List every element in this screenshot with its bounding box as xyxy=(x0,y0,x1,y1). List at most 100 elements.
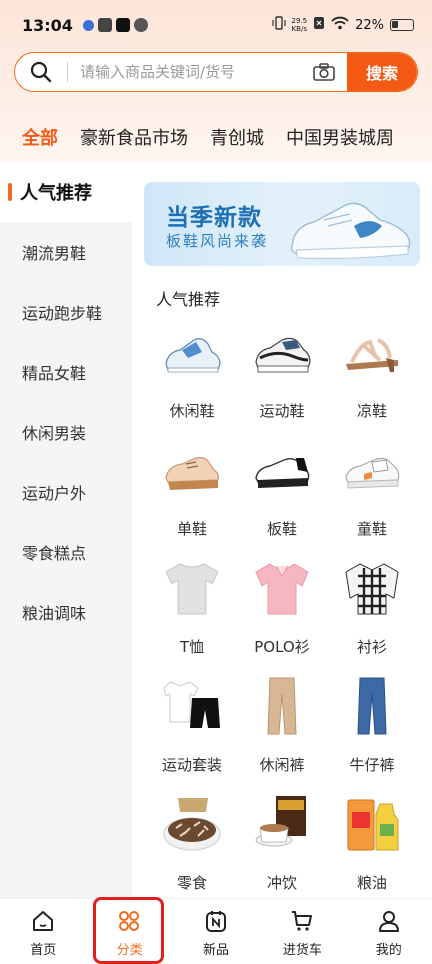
tshirt-icon xyxy=(165,563,219,615)
category-item-sandals[interactable]: 凉鞋 xyxy=(324,312,420,430)
status-bar: 13:04 29.5 KB/s 22% xyxy=(0,0,432,50)
sidebar-item-grain-oil-seasoning[interactable]: 粮油调味 xyxy=(0,582,132,642)
nav-cart[interactable]: 进货车 xyxy=(259,899,345,964)
casual-pants-icon xyxy=(267,677,297,735)
cooking-oil-icon xyxy=(347,799,399,851)
category-label: 冲饮 xyxy=(266,874,297,892)
jeans-icon xyxy=(357,677,387,735)
category-label: 运动鞋 xyxy=(259,402,305,420)
nav-label: 进货车 xyxy=(282,943,322,958)
category-item-sneakers[interactable]: 运动鞋 xyxy=(234,312,330,430)
category-label: POLO衫 xyxy=(254,638,310,656)
search-icon xyxy=(15,60,67,84)
category-icon xyxy=(119,911,140,931)
banner-subtitle: 板鞋风尚来袭 xyxy=(166,232,269,250)
kids-shoe-icon xyxy=(345,457,400,489)
market-tabs: 全部 豪新食品市场 青创城 中国男装城周 xyxy=(0,112,432,162)
category-content: 当季新款 板鞋风尚来袭 人气推荐 休闲鞋 运动鞋 凉鞋 单鞋 板鞋 童鞋 T恤 … xyxy=(132,162,432,898)
notification-app-icon-4 xyxy=(133,18,148,32)
net-speed: 29.5 KB/s xyxy=(292,17,308,33)
wifi-icon xyxy=(331,16,349,34)
category-item-grain-oil[interactable]: 粮油 xyxy=(324,784,420,902)
category-item-jeans[interactable]: 牛仔裤 xyxy=(324,666,420,784)
status-time: 13:04 xyxy=(22,15,73,35)
notification-app-icon-2 xyxy=(97,18,112,32)
nav-new-products[interactable]: 新品 xyxy=(173,899,259,964)
new-products-icon xyxy=(205,911,226,932)
category-item-tshirt[interactable]: T恤 xyxy=(144,548,240,666)
sidebar-item-womens-shoes[interactable]: 精品女鞋 xyxy=(0,342,132,402)
category-item-polo[interactable]: POLO衫 xyxy=(234,548,330,666)
sidebar-item-label: 运动户外 xyxy=(22,484,87,503)
category-label: 板鞋 xyxy=(266,520,297,538)
banner-shoe-icon xyxy=(290,202,411,260)
category-item-casual-shoes[interactable]: 休闲鞋 xyxy=(144,312,240,430)
category-item-kids-shoes[interactable]: 童鞋 xyxy=(324,430,420,548)
category-item-skate-shoes[interactable]: 板鞋 xyxy=(234,430,330,548)
battery-percent: 22% xyxy=(355,17,384,33)
nav-label: 我的 xyxy=(375,943,402,958)
category-item-single-shoes[interactable]: 单鞋 xyxy=(144,430,240,548)
category-item-beverages[interactable]: 冲饮 xyxy=(234,784,330,902)
cart-icon xyxy=(292,911,313,931)
oxford-shoe-icon xyxy=(165,457,220,490)
sidebar-item-trendy-mens-shoes[interactable]: 潮流男鞋 xyxy=(0,222,132,282)
category-label: 零食 xyxy=(176,874,207,892)
tiktok-icon xyxy=(115,18,130,32)
category-label: 单鞋 xyxy=(176,520,207,538)
search-divider xyxy=(67,62,68,82)
net-speed-unit: KB/s xyxy=(291,25,307,33)
category-label: 粮油 xyxy=(356,874,387,892)
plaid-shirt-icon xyxy=(345,563,399,615)
skate-shoe-icon xyxy=(255,457,310,488)
nav-home[interactable]: 首页 xyxy=(0,899,86,964)
category-item-snacks[interactable]: 零食 xyxy=(144,784,240,902)
search-button[interactable]: 搜索 xyxy=(347,53,417,91)
sunflower-seeds-icon xyxy=(163,798,221,851)
camera-icon[interactable] xyxy=(307,63,341,81)
sidebar-item-label: 人气推荐 xyxy=(20,183,92,204)
tab-china-menswear-city[interactable]: 中国男装城周 xyxy=(286,112,394,150)
sidebar-item-popular[interactable]: 人气推荐 xyxy=(0,162,132,222)
tab-all[interactable]: 全部 xyxy=(22,112,58,150)
category-label: T恤 xyxy=(179,638,205,656)
polo-shirt-icon xyxy=(255,563,309,615)
tab-haoxin-food-market[interactable]: 豪新食品市场 xyxy=(80,112,188,150)
category-label: 衬衫 xyxy=(356,638,387,656)
sidebar-item-casual-menswear[interactable]: 休闲男装 xyxy=(0,402,132,462)
nav-label: 首页 xyxy=(30,943,57,958)
category-label: 运动套装 xyxy=(161,756,222,774)
sidebar-item-label: 运动跑步鞋 xyxy=(22,304,103,323)
nav-label: 新品 xyxy=(202,943,229,958)
sidebar-item-running-shoes[interactable]: 运动跑步鞋 xyxy=(0,282,132,342)
coffee-icon xyxy=(255,796,306,847)
sandal-icon xyxy=(346,338,398,372)
user-icon xyxy=(378,911,399,932)
sneaker-icon xyxy=(255,337,311,373)
bottom-nav: 首页 分类 新品 进货车 我的 xyxy=(0,898,432,964)
sidebar-item-label: 潮流男鞋 xyxy=(22,244,87,263)
home-icon xyxy=(33,911,53,931)
net-speed-value: 29.5 xyxy=(291,17,308,25)
status-right: 29.5 KB/s 22% xyxy=(271,16,414,34)
sidebar-item-outdoor-sports[interactable]: 运动户外 xyxy=(0,462,132,522)
category-sidebar: 人气推荐 潮流男鞋 运动跑步鞋 精品女鞋 休闲男装 运动户外 零食糕点 粮油调味 xyxy=(0,162,132,898)
sport-suit-icon xyxy=(163,681,220,728)
category-label: 休闲鞋 xyxy=(169,402,215,420)
search-input[interactable] xyxy=(80,63,307,81)
category-item-sport-suit[interactable]: 运动套装 xyxy=(144,666,240,784)
category-item-casual-pants[interactable]: 休闲裤 xyxy=(234,666,330,784)
tab-qingchuang-city[interactable]: 青创城 xyxy=(210,112,264,150)
nav-profile[interactable]: 我的 xyxy=(346,899,432,964)
nav-category[interactable]: 分类 xyxy=(86,899,172,964)
category-item-shirt[interactable]: 衬衫 xyxy=(324,548,420,666)
category-label: 休闲裤 xyxy=(259,756,305,774)
sidebar-item-label: 粮油调味 xyxy=(22,604,87,623)
promo-banner[interactable]: 当季新款 板鞋风尚来袭 xyxy=(144,182,420,266)
sidebar-item-snacks-pastry[interactable]: 零食糕点 xyxy=(0,522,132,582)
category-label: 童鞋 xyxy=(356,520,387,538)
category-label: 牛仔裤 xyxy=(349,756,395,774)
sidebar-item-label: 精品女鞋 xyxy=(22,364,87,383)
sim-icon xyxy=(313,16,325,34)
category-label: 凉鞋 xyxy=(356,402,387,420)
